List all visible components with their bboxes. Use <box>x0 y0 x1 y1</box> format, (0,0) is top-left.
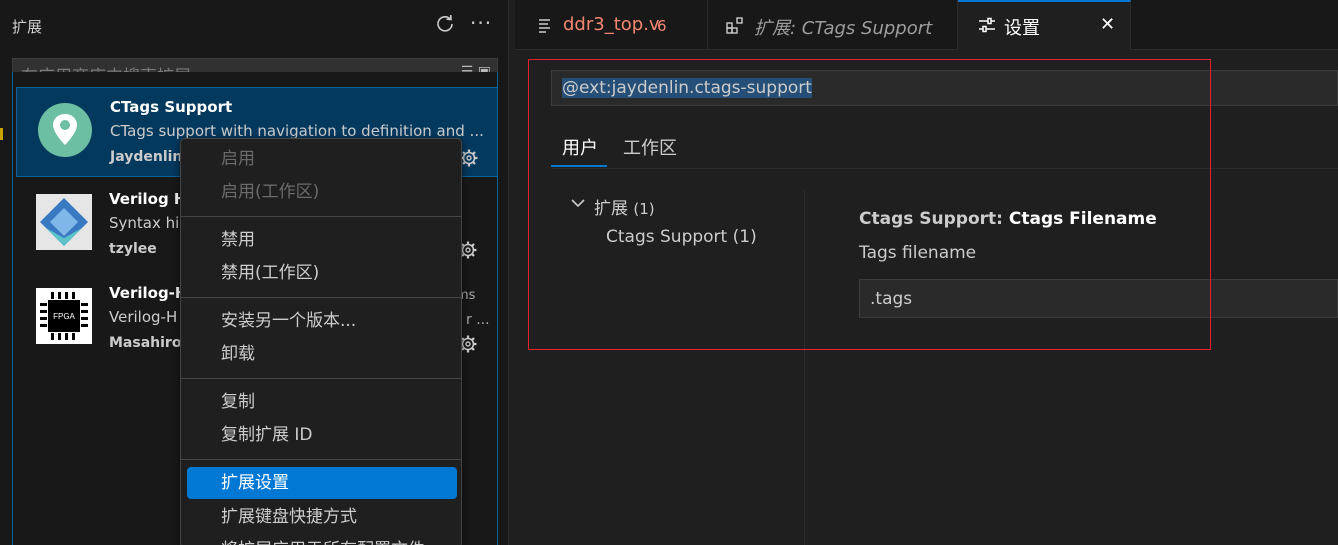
gear-icon[interactable] <box>459 148 479 168</box>
refresh-icon[interactable] <box>434 13 456 35</box>
fpga-label: FPGA <box>53 312 75 321</box>
toc-item-label: Ctags Support <box>606 227 728 247</box>
tab-label: 设置 <box>1004 18 1040 39</box>
extensions-icon <box>726 17 743 34</box>
settings-editor: @ext:jaydenlin.ctags-support 用户 工作区 扩展 (… <box>515 50 1338 545</box>
extension-description-tail: r ... <box>466 312 490 328</box>
menu-item-copy-extension-id[interactable]: 复制扩展 ID <box>187 419 457 451</box>
search-value: @ext:jaydenlin.ctags-support <box>562 78 812 98</box>
menu-separator <box>181 216 461 217</box>
close-icon[interactable]: ✕ <box>1100 14 1115 35</box>
toc-item-count: (1) <box>732 227 757 247</box>
fpga-chip-icon: FPGA <box>36 288 92 344</box>
extension-context-menu: 启用 启用(工作区) 禁用 禁用(工作区) 安装另一个版本... 卸载 复制 复… <box>180 138 462 545</box>
editor-tab-bar: ddr3_top.v 6 扩展: CTags Support 设置 ✕ <box>515 0 1338 50</box>
menu-item-enable: 启用 <box>221 149 255 169</box>
extension-name: Verilog H <box>109 190 187 208</box>
menu-item-enable-workspace: 启用(工作区) <box>221 182 320 202</box>
setting-title: Ctags Support: Ctags Filename <box>859 209 1157 229</box>
tab-extension-ctags-support[interactable]: 扩展: CTags Support <box>708 0 958 50</box>
extension-name: Verilog-H <box>109 284 188 302</box>
setting-category: Ctags Support: <box>859 209 1009 229</box>
modified-indicator <box>0 128 3 140</box>
extension-author: Jaydenlin <box>110 149 183 165</box>
settings-search-input[interactable]: @ext:jaydenlin.ctags-support <box>551 70 1338 106</box>
chevron-down-icon[interactable] <box>571 196 585 210</box>
menu-item-uninstall[interactable]: 卸载 <box>187 338 457 370</box>
menu-separator <box>181 297 461 298</box>
divider <box>551 168 1338 169</box>
diamond-logo-icon <box>36 194 92 250</box>
sidebar-title: 扩展 <box>12 18 43 36</box>
search-placeholder: 在应用商店中搜索扩展 <box>21 62 191 72</box>
ctags-filename-input[interactable]: .tags <box>859 279 1338 318</box>
sidebar-header: 扩展 ··· <box>0 0 509 50</box>
input-value: .tags <box>870 289 913 309</box>
extension-name: CTags Support <box>110 98 233 116</box>
toc-category-extensions[interactable]: 扩展 (1) <box>594 194 655 219</box>
menu-item-extension-keyboard-shortcuts[interactable]: 扩展键盘快捷方式 <box>187 501 457 533</box>
tab-label: ddr3_top.v <box>563 14 660 35</box>
toc-item-ctags-support[interactable]: Ctags Support (1) <box>606 227 757 247</box>
setting-description: Tags filename <box>859 243 977 263</box>
more-actions-icon[interactable]: ··· <box>470 11 492 35</box>
toc-divider <box>804 190 805 545</box>
menu-item-apply-to-all-profiles[interactable]: 将扩展应用于所有配置文件 <box>187 534 457 545</box>
map-pin-icon <box>38 103 92 157</box>
menu-item-disable[interactable]: 禁用 <box>187 224 457 256</box>
settings-sliders-icon <box>979 17 995 33</box>
menu-item-install-another-version[interactable]: 安装另一个版本... <box>187 305 457 337</box>
toc-category-label: 扩展 <box>594 199 628 219</box>
tab-ddr3-top[interactable]: ddr3_top.v 6 <box>515 0 708 50</box>
menu-separator <box>181 378 461 379</box>
tab-user-scope[interactable]: 用户 <box>562 134 598 160</box>
menu-separator <box>181 459 461 460</box>
tab-label: 扩展: CTags Support <box>754 18 933 39</box>
filter-icon[interactable]: ☰ ▣ <box>461 64 491 72</box>
file-lines-icon <box>539 19 550 33</box>
tab-workspace-scope[interactable]: 工作区 <box>623 134 677 160</box>
menu-item-extension-settings[interactable]: 扩展设置 <box>187 467 457 499</box>
active-tab-indicator <box>551 165 607 167</box>
menu-item-copy[interactable]: 复制 <box>187 386 457 418</box>
problem-count-badge: 6 <box>657 17 667 35</box>
extension-search-input[interactable]: 在应用商店中搜索扩展 ☰ ▣ <box>12 58 498 72</box>
tab-settings[interactable]: 设置 ✕ <box>958 0 1131 50</box>
toc-category-count: (1) <box>633 200 655 218</box>
setting-name: Ctags Filename <box>1008 209 1157 229</box>
menu-item-disable-workspace[interactable]: 禁用(工作区) <box>187 257 457 289</box>
extension-author: tzylee <box>109 241 157 257</box>
extension-author: Masahiro <box>109 335 182 351</box>
